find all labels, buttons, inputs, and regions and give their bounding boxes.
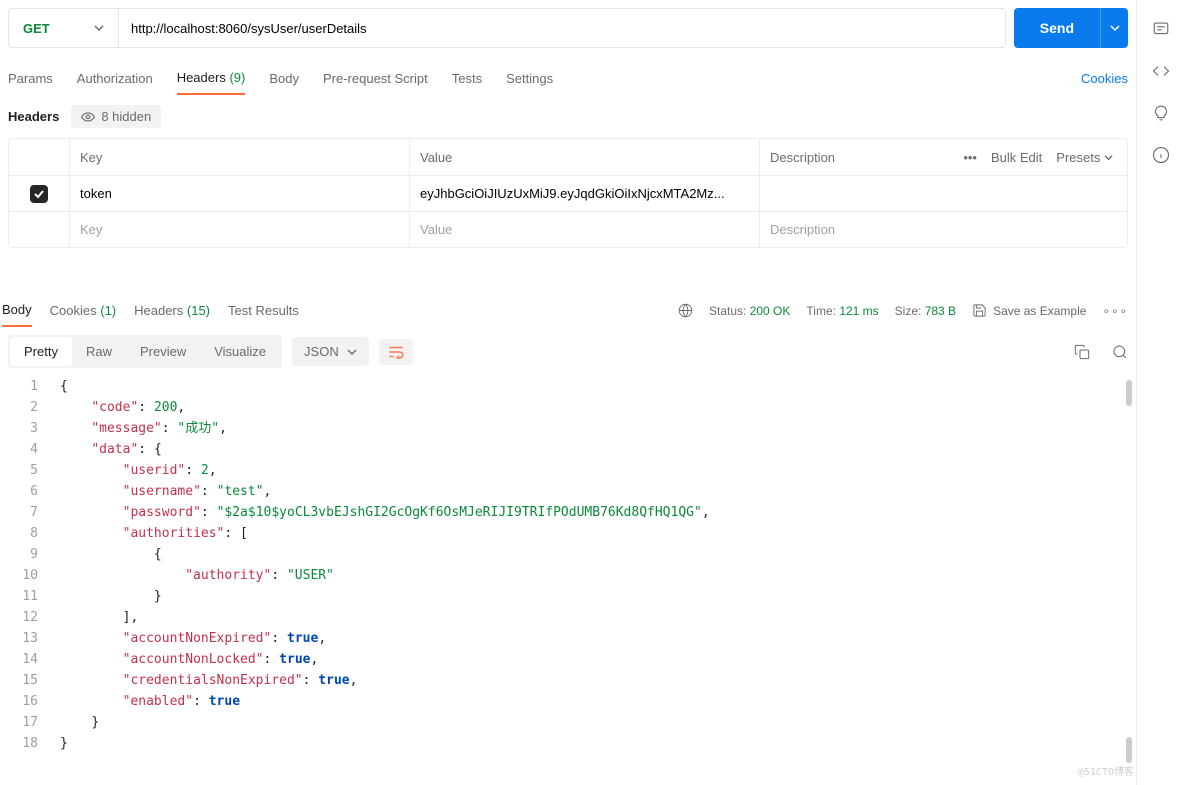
http-method-value: GET <box>23 21 50 36</box>
tab-params[interactable]: Params <box>8 63 53 94</box>
send-dropdown[interactable] <box>1100 8 1128 48</box>
check-icon <box>33 188 45 200</box>
comments-icon[interactable] <box>1152 20 1170 38</box>
url-input[interactable] <box>119 9 1005 47</box>
header-value-input[interactable] <box>420 222 749 237</box>
resp-tab-cookies[interactable]: Cookies (1) <box>50 295 116 326</box>
tab-authorization[interactable]: Authorization <box>77 63 153 94</box>
save-icon <box>972 303 987 318</box>
col-value: Value <box>409 139 759 175</box>
resp-tab-headers[interactable]: Headers (15) <box>134 295 210 326</box>
time-label: Time: 121 ms <box>806 304 878 318</box>
view-pretty[interactable]: Pretty <box>10 337 72 366</box>
chevron-down-icon <box>94 23 104 33</box>
chevron-down-icon <box>1110 23 1120 33</box>
format-select[interactable]: JSON <box>292 337 369 366</box>
globe-icon[interactable] <box>678 303 693 318</box>
wrap-icon <box>387 345 405 359</box>
header-key-input[interactable] <box>80 222 399 237</box>
response-body[interactable]: 123456789101112131415161718 { "code": 20… <box>0 376 1136 785</box>
row-checkbox[interactable] <box>30 185 48 203</box>
scrollbar[interactable] <box>1126 380 1132 406</box>
tab-prerequest[interactable]: Pre-request Script <box>323 63 428 94</box>
tab-settings[interactable]: Settings <box>506 63 553 94</box>
header-description-input[interactable] <box>770 222 1117 237</box>
table-row <box>9 175 1127 211</box>
header-key-input[interactable] <box>80 186 399 201</box>
tab-headers[interactable]: Headers (9) <box>177 62 246 95</box>
send-button[interactable]: Send <box>1014 8 1100 48</box>
tab-body[interactable]: Body <box>269 63 299 94</box>
watermark: @51CTO博客 <box>1078 762 1134 783</box>
resp-tab-tests[interactable]: Test Results <box>228 295 299 326</box>
search-icon[interactable] <box>1112 344 1128 360</box>
chevron-down-icon <box>1104 153 1113 162</box>
save-as-example[interactable]: Save as Example <box>972 303 1086 318</box>
resp-tab-body[interactable]: Body <box>2 294 32 327</box>
code-icon[interactable] <box>1152 62 1170 80</box>
col-description: Description <box>759 139 927 175</box>
tab-tests[interactable]: Tests <box>452 63 482 94</box>
info-icon[interactable] <box>1152 146 1170 164</box>
view-visualize[interactable]: Visualize <box>200 337 280 366</box>
status-label: Status: 200 OK <box>709 304 790 318</box>
more-icon[interactable]: ••• <box>963 150 977 165</box>
eye-icon <box>81 110 95 124</box>
headers-title: Headers <box>8 109 59 124</box>
bulk-edit-link[interactable]: Bulk Edit <box>991 150 1042 165</box>
http-method-select[interactable]: GET <box>9 9 119 47</box>
lightbulb-icon[interactable] <box>1152 104 1170 122</box>
cookies-link[interactable]: Cookies <box>1081 71 1128 86</box>
wrap-lines-button[interactable] <box>379 339 413 365</box>
more-icon[interactable]: ∘∘∘ <box>1102 304 1128 318</box>
chevron-down-icon <box>347 347 357 357</box>
presets-dropdown[interactable]: Presets <box>1056 150 1113 165</box>
scrollbar[interactable] <box>1126 737 1132 763</box>
header-value-input[interactable] <box>420 186 749 201</box>
table-row-empty <box>9 211 1127 247</box>
copy-icon[interactable] <box>1074 344 1090 360</box>
hidden-headers-toggle[interactable]: 8 hidden <box>71 105 161 128</box>
view-preview[interactable]: Preview <box>126 337 200 366</box>
col-key: Key <box>69 139 409 175</box>
size-label: Size: 783 B <box>895 304 956 318</box>
view-raw[interactable]: Raw <box>72 337 126 366</box>
